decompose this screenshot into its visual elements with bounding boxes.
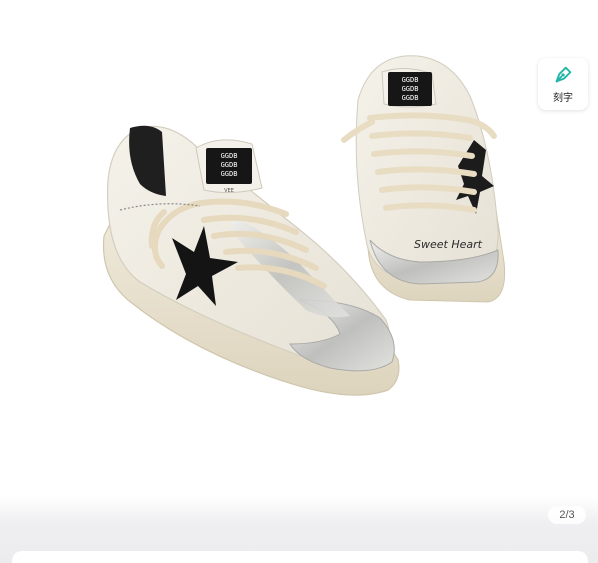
left-tongue-label-2: GGDB (221, 161, 238, 169)
image-page-indicator: 2/3 (548, 506, 586, 524)
engrave-label: 刻字 (553, 93, 573, 104)
left-sneaker: GGDB GGDB GGDB VEE (102, 125, 400, 396)
left-tongue-label-3: GGDB (221, 170, 238, 178)
signature-text: Sweet Heart (414, 238, 483, 251)
product-photo[interactable]: GGDB GGDB GGDB Sweet Heart GGDB GGDB GGD… (0, 0, 598, 500)
content-card-edge (12, 551, 588, 563)
pen-nib-icon (555, 66, 572, 83)
engrave-button[interactable]: 刻字 (538, 58, 588, 110)
right-tongue-label-3: GGDB (402, 94, 419, 102)
right-sneaker: GGDB GGDB GGDB Sweet Heart (341, 55, 506, 303)
product-image-viewer: GGDB GGDB GGDB Sweet Heart GGDB GGDB GGD… (0, 0, 598, 563)
left-tongue-sub: VEE (224, 188, 234, 194)
right-tongue-label-2: GGDB (402, 85, 419, 93)
sneakers-illustration: GGDB GGDB GGDB Sweet Heart GGDB GGDB GGD… (102, 55, 506, 396)
left-tongue-label-1: GGDB (221, 152, 238, 160)
right-tongue-label-1: GGDB (402, 76, 419, 84)
